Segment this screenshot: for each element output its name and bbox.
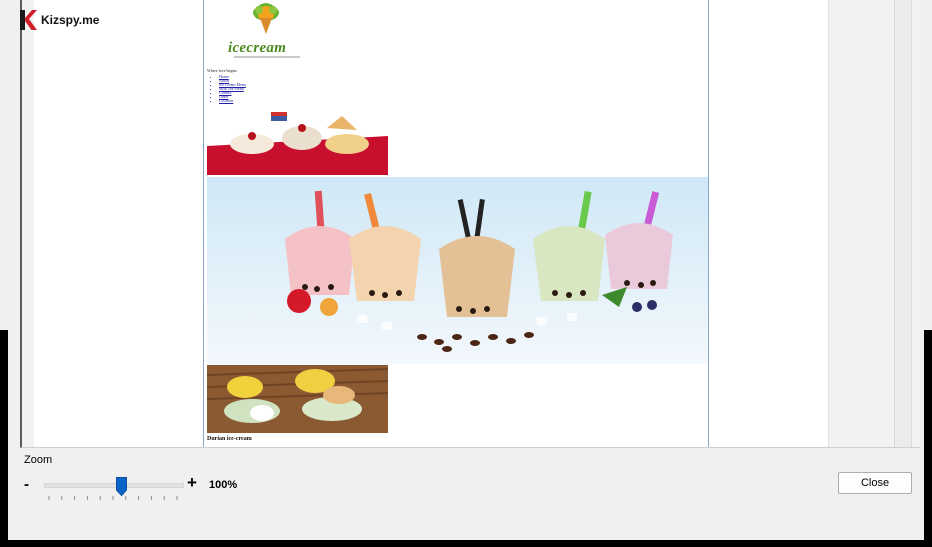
logo-wordmark: icecream xyxy=(228,40,287,56)
k-logo-icon xyxy=(20,10,37,30)
sundae-photo xyxy=(207,106,388,175)
zoom-slider-thumb[interactable] xyxy=(116,477,127,496)
zoom-in-button[interactable]: + xyxy=(187,473,197,493)
zoom-label: Zoom xyxy=(24,454,53,466)
photo-caption: Durian ice-cream xyxy=(207,436,252,442)
zoom-out-button[interactable]: - xyxy=(24,476,29,493)
preview-viewport[interactable]: icecream Where love begins Home About Ic… xyxy=(20,0,920,448)
page-tagline: Where love begins xyxy=(207,68,237,73)
page-nav-list: Home About Ice Cream Menu Milk Tea Menu … xyxy=(213,75,246,103)
close-button[interactable]: Close xyxy=(838,472,912,494)
durian-icecream-photo xyxy=(207,365,388,433)
vertical-scrollbar[interactable] xyxy=(894,0,912,447)
nav-link[interactable]: Location xyxy=(219,99,246,103)
web-page-preview: icecream Where love begins Home About Ic… xyxy=(203,0,709,447)
brand-watermark: Kizspy.me xyxy=(18,8,99,32)
zoom-slider-track[interactable] xyxy=(44,483,184,488)
zoom-slider-ticks xyxy=(48,496,178,500)
zoom-preview-dialog: icecream Where love begins Home About Ic… xyxy=(8,0,924,540)
viewport-left-gutter xyxy=(22,0,34,447)
bubble-tea-photo xyxy=(207,177,708,364)
zoom-percentage: 100% xyxy=(209,479,238,491)
desktop-background-left xyxy=(0,0,8,330)
logo-tagline-bar xyxy=(234,56,300,58)
brand-name: Kizspy.me xyxy=(41,13,100,27)
